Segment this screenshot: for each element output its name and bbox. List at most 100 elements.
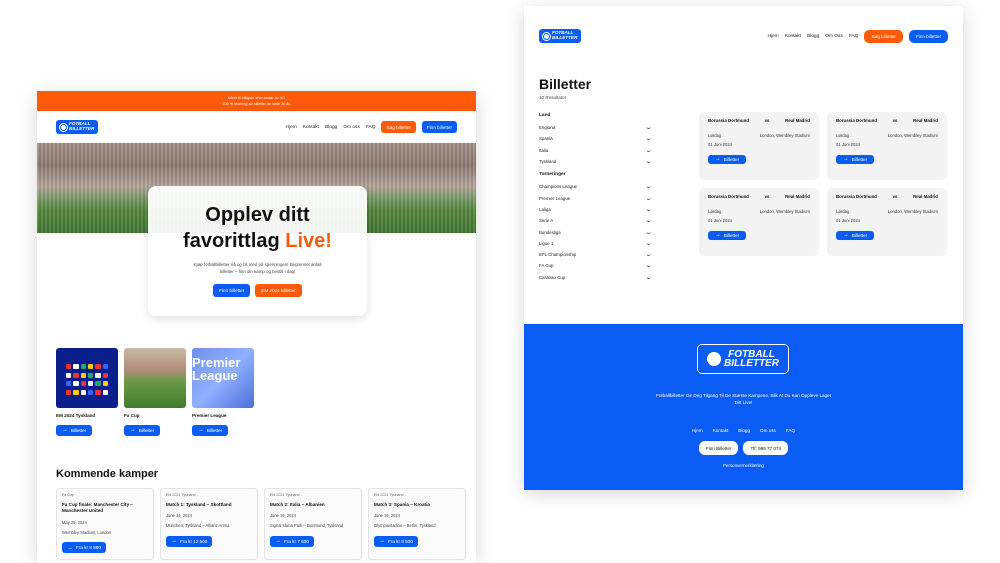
- nav-link-about[interactable]: Om oss: [343, 125, 360, 130]
- match-price-button[interactable]: → Fra kr 8 500: [374, 535, 418, 547]
- ticket-date: 01 Juni 2024: [836, 218, 860, 223]
- category-card[interactable]: EM 2024 Tyskland → Billetter: [56, 348, 118, 436]
- match-card[interactable]: EM 2024 Tyskland Match 2: Italia – Alban…: [264, 488, 362, 560]
- match-competition: Fa Cup: [62, 493, 74, 497]
- hero-title: Opplev ditt favorittlag Live!: [183, 204, 332, 252]
- chevron-down-icon: ⌄: [644, 136, 653, 143]
- category-tickets-button[interactable]: → Billetter: [192, 424, 228, 436]
- chevron-down-icon: ⌄: [644, 195, 653, 202]
- match-date: June 15, 2024: [374, 513, 400, 519]
- nav-link-home[interactable]: Hjem: [286, 125, 297, 130]
- nav-link-blog[interactable]: Blogg: [807, 34, 819, 39]
- ticket-venue: London, Wembley Stadium: [887, 209, 938, 214]
- filter-item[interactable]: England ⌄: [539, 122, 653, 133]
- away-team: Real Madrid: [785, 194, 810, 199]
- ticket-card[interactable]: Borussia Dortmund vs Real Madrid Lørdag Lon…: [827, 188, 947, 256]
- match-card[interactable]: Fa Cup Fa Cup finale: Manchester City – …: [56, 488, 154, 560]
- search-tickets-button[interactable]: Søg billetter: [381, 121, 416, 133]
- ticket-venue: London, Wembley Stadium: [759, 133, 810, 138]
- ticket-grid: Borussia Dortmund vs Real Madrid Lørdag Lon…: [699, 112, 947, 256]
- football-icon: [543, 32, 550, 40]
- chevron-down-icon: ⌄: [644, 240, 653, 247]
- footer-link-faq[interactable]: FAQ: [786, 428, 795, 433]
- match-list: Fa Cup Fa Cup finale: Manchester City – …: [56, 488, 466, 560]
- filter-item[interactable]: Italia ⌄: [539, 145, 653, 156]
- ticket-card[interactable]: Borussia Dortmund vs Real Madrid Lørdag Lon…: [699, 188, 819, 256]
- site-logo[interactable]: FOTBALL BILLETTER: [56, 120, 99, 134]
- arrow-right-icon: →: [197, 427, 204, 433]
- page-title: Billetter: [539, 76, 592, 92]
- match-date: June 15, 2024: [270, 513, 296, 519]
- football-icon: [707, 352, 721, 366]
- ticket-venue: London, Wembley Stadium: [887, 133, 938, 138]
- find-tickets-button[interactable]: Finn billetter: [908, 29, 948, 43]
- match-price-button[interactable]: → Fra kr 7 600: [270, 535, 314, 547]
- chevron-down-icon: ⌄: [644, 159, 653, 166]
- footer-find-tickets-button[interactable]: Finn Billetter: [698, 441, 739, 455]
- filter-item[interactable]: FA Cup ⌄: [539, 260, 653, 271]
- nav-link-contact[interactable]: Kontakt: [785, 34, 801, 39]
- footer-link-about[interactable]: Om oss: [760, 428, 776, 433]
- homepage-mockup: Kåret til billigste leverandør av VG 100…: [37, 91, 476, 563]
- filter-item[interactable]: Spania ⌄: [539, 133, 653, 144]
- away-team: Real Madrid: [913, 118, 938, 123]
- filter-item[interactable]: Ligue 1 ⌄: [539, 238, 653, 249]
- nav-link-faq[interactable]: FAQ: [849, 34, 859, 39]
- arrow-right-icon: →: [842, 232, 849, 238]
- match-price-button[interactable]: → Fra kr 8 880: [62, 542, 106, 554]
- ticket-button[interactable]: → Billetter: [836, 230, 874, 240]
- find-tickets-button[interactable]: Finn billetter: [421, 121, 457, 133]
- match-competition: EM 2024 Tyskland: [270, 493, 300, 497]
- promo-line: Kåret til billigste leverandør av VG: [227, 96, 286, 100]
- away-team: Real Madrid: [913, 194, 938, 199]
- arrow-right-icon: →: [379, 538, 385, 545]
- hero-find-tickets-button[interactable]: Finn billetter: [213, 284, 251, 298]
- filter-item[interactable]: Carabao Cup ⌄: [539, 272, 653, 283]
- match-competition: EM 2024 Tyskland: [166, 493, 196, 497]
- filter-item[interactable]: Premier League ⌄: [539, 192, 653, 203]
- filter-item[interactable]: Serie A ⌄: [539, 215, 653, 226]
- category-tickets-button[interactable]: → Billetter: [124, 424, 160, 436]
- match-competition: EM 2024 Tyskland: [374, 493, 404, 497]
- nav-link-home[interactable]: Hjem: [767, 34, 778, 39]
- chevron-down-icon: ⌄: [644, 263, 653, 270]
- category-card[interactable]: Fa Cup → Billetter: [124, 348, 186, 436]
- match-price-button[interactable]: → Fra kr 12 500: [166, 535, 213, 547]
- filter-item[interactable]: EFL Championship ⌄: [539, 249, 653, 260]
- footer-logo[interactable]: FOTBALL BILLETTER: [697, 344, 789, 374]
- football-icon: [60, 123, 67, 131]
- match-title: Match 1: Tyskland – Skottland: [166, 502, 232, 507]
- ticket-card[interactable]: Borussia Dortmund vs Real Madrid Lørdag Lon…: [699, 112, 819, 180]
- category-card[interactable]: Premier League Premier League → Billetter: [192, 348, 254, 436]
- ticket-day: Lørdag: [708, 209, 722, 214]
- hero-em-tickets-button[interactable]: EM 2024 billetter: [255, 284, 302, 298]
- footer-link-contact[interactable]: Kontakt: [713, 428, 729, 433]
- site-footer: FOTBALL BILLETTER Fotballbilletter Gir De…: [524, 324, 963, 490]
- ticket-button[interactable]: → Billetter: [708, 154, 746, 164]
- ticket-card[interactable]: Borussia Dortmund vs Real Madrid Lørdag Lon…: [827, 112, 947, 180]
- footer-phone-button[interactable]: Tlf: 986 77 074: [743, 441, 789, 455]
- arrow-right-icon: →: [61, 427, 68, 433]
- home-team: Borussia Dortmund: [708, 194, 749, 199]
- filter-item[interactable]: Tyskland ⌄: [539, 156, 653, 167]
- ticket-button[interactable]: → Billetter: [708, 230, 746, 240]
- nav-link-contact[interactable]: Kontakt: [303, 125, 319, 130]
- category-tickets-button[interactable]: → Billetter: [56, 424, 92, 436]
- footer-link-home[interactable]: Hjem: [692, 428, 703, 433]
- match-card[interactable]: EM 2024 Tyskland Match 1: Tyskland – Sko…: [160, 488, 258, 560]
- search-tickets-button[interactable]: Søg billetter: [864, 29, 903, 43]
- filter-item[interactable]: Laliga ⌄: [539, 204, 653, 215]
- nav-link-blog[interactable]: Blogg: [325, 125, 337, 130]
- filter-item[interactable]: Bundesliga ⌄: [539, 226, 653, 237]
- nav-link-about[interactable]: Om Oss: [825, 34, 843, 39]
- match-title: Match 2: Italia – Albanien: [270, 502, 325, 507]
- privacy-link[interactable]: Personvernerklæring: [524, 463, 963, 468]
- ticket-button[interactable]: → Billetter: [836, 154, 874, 164]
- site-logo[interactable]: FOTBALL BILLETTER: [539, 29, 582, 43]
- filter-item[interactable]: Champions League ⌄: [539, 181, 653, 192]
- match-card[interactable]: EM 2024 Tyskland Match 3: Spania – Kroat…: [368, 488, 466, 560]
- footer-link-blog[interactable]: Blogg: [738, 428, 750, 433]
- nav-link-faq[interactable]: FAQ: [366, 125, 376, 130]
- footer-links: Hjem Kontakt Blogg Om oss FAQ: [524, 428, 963, 433]
- home-team: Borussia Dortmund: [708, 118, 749, 123]
